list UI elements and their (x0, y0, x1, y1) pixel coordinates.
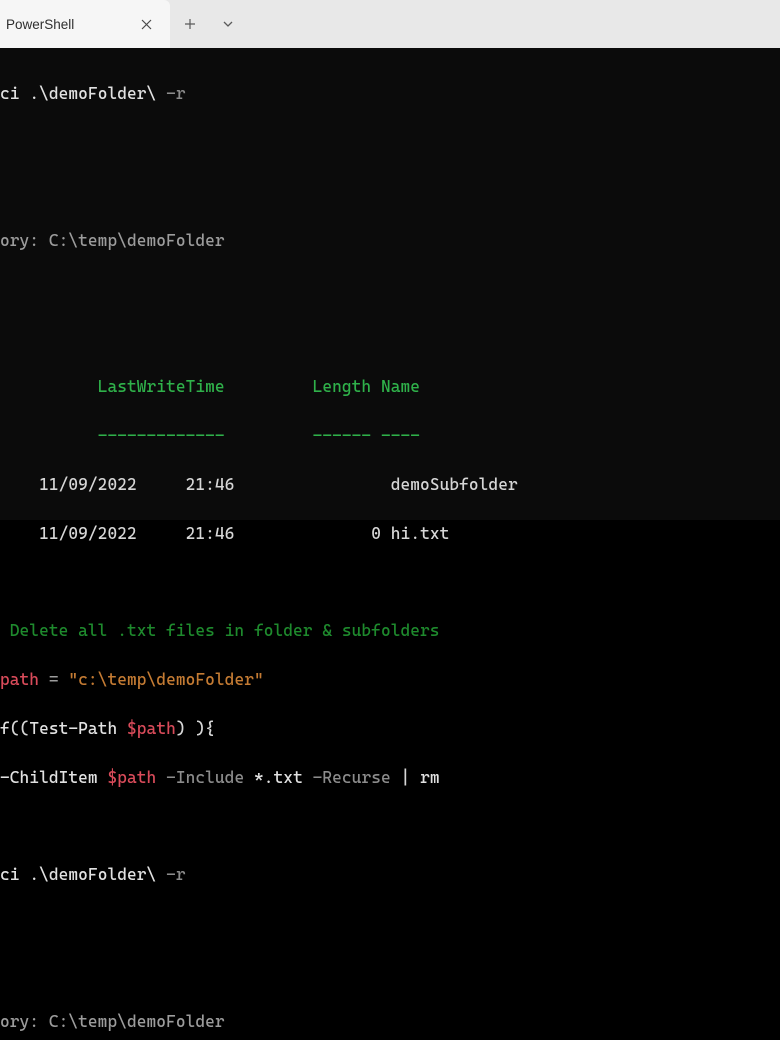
operator: = (39, 670, 68, 689)
path-arg: .\demoFolder\ (29, 84, 166, 103)
cmdlet: rm (420, 768, 440, 787)
table-row: 11/09/2022 21:46 demoSubfolder (0, 473, 780, 497)
tab-dropdown-button[interactable] (209, 0, 247, 48)
variable: path (0, 670, 39, 689)
table-row: 11/09/2022 21:46 0 hi.txt (0, 522, 780, 546)
titlebar: PowerShell (0, 0, 780, 48)
cmdlet: ci (0, 84, 29, 103)
string-literal: "c:\temp\demoFolder" (68, 670, 263, 689)
directory-header: ory: C:\temp\demoFolder (0, 231, 225, 250)
column-header-line: LastWriteTime Length Name (0, 377, 420, 396)
cmdlet: Test-Path (29, 719, 127, 738)
cmdlet: ci (0, 865, 29, 884)
keyword-if: f (0, 719, 10, 738)
column-dash-line: ------------- ------ ---- (0, 426, 420, 445)
path-arg: .\demoFolder\ (29, 865, 166, 884)
flag: -Include (166, 768, 254, 787)
tab-title: PowerShell (0, 17, 132, 32)
flag: -r (166, 84, 186, 103)
close-icon[interactable] (132, 10, 160, 38)
new-tab-button[interactable] (171, 0, 209, 48)
variable: $path (127, 719, 176, 738)
comment: Delete all .txt files in folder & subfol… (0, 621, 440, 640)
variable: $path (107, 768, 156, 787)
tab-powershell[interactable]: PowerShell (0, 0, 170, 48)
terminal-output[interactable]: ci .\demoFolder\ -r ory: C:\temp\demoFol… (0, 48, 780, 520)
flag: -r (166, 865, 186, 884)
flag: -Recurse (313, 768, 401, 787)
cmdlet: -ChildItem (0, 768, 107, 787)
directory-header: ory: C:\temp\demoFolder (0, 1012, 225, 1031)
pipe: | (401, 768, 421, 787)
